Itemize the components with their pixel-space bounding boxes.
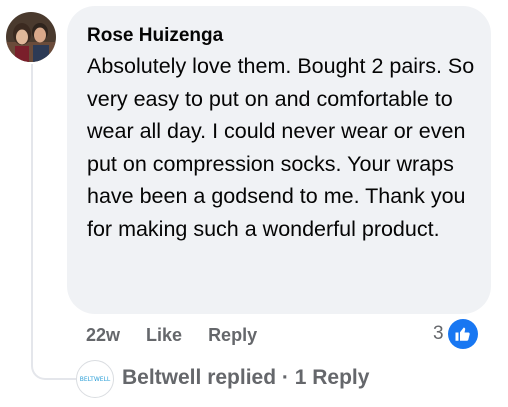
avatar[interactable] (6, 12, 56, 62)
view-replies-link[interactable]: BELTWELL Beltwell replied · 1 Reply (76, 357, 369, 399)
comment-actions: 22w Like Reply (86, 322, 257, 348)
profile-photo (6, 12, 56, 62)
page-avatar: BELTWELL (76, 360, 114, 398)
comment-text: Absolutely love them. Bought 2 pairs. So… (87, 54, 475, 241)
comment-bubble: Rose Huizenga Absolutely love them. Boug… (67, 6, 491, 314)
beltwell-logo: BELTWELL (79, 375, 111, 383)
reply-button[interactable]: Reply (208, 325, 257, 346)
replies-summary-text[interactable]: Beltwell replied · 1 Reply (122, 366, 369, 390)
reaction-count: 3 (433, 323, 444, 344)
like-button[interactable]: Like (146, 325, 182, 346)
comment-timestamp[interactable]: 22w (86, 325, 120, 346)
thumbs-up-icon (447, 319, 478, 349)
reaction-summary[interactable]: 3 (433, 318, 478, 350)
thumbs-up-glyph (455, 327, 470, 341)
comment-author[interactable]: Rose Huizenga (87, 24, 479, 48)
